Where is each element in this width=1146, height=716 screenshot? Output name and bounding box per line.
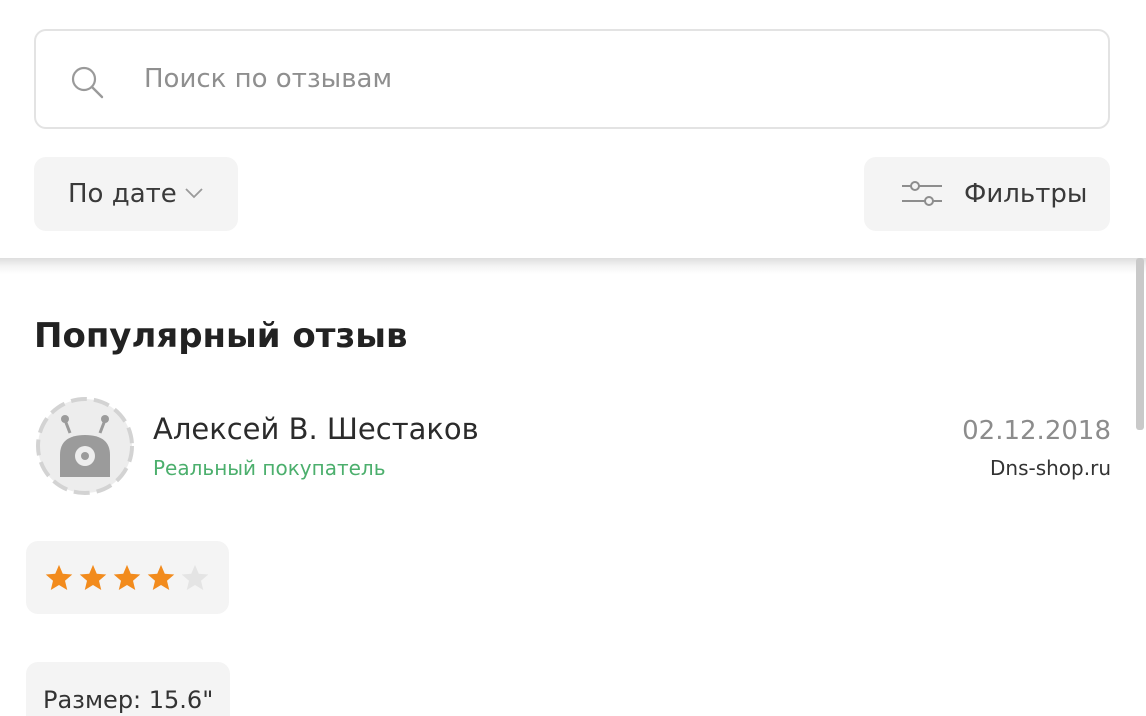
review-source: Dns-shop.ru (990, 456, 1111, 480)
verified-buyer-badge: Реальный покупатель (153, 456, 386, 480)
reviews-page: По дате Фильтры Популярный отзыв (0, 0, 1146, 716)
review-author-name[interactable]: Алексей В. Шестаков (153, 412, 479, 446)
rating-box (26, 541, 229, 614)
star-empty-icon (181, 564, 209, 590)
filters-button[interactable]: Фильтры (864, 157, 1110, 231)
search-icon (71, 66, 104, 99)
sliders-icon (902, 181, 942, 206)
avatar[interactable] (34, 395, 136, 497)
search-box[interactable] (34, 29, 1110, 129)
chevron-down-icon (185, 188, 203, 199)
review-date: 02.12.2018 (962, 416, 1111, 446)
section-title: Популярный отзыв (34, 316, 408, 356)
sort-by-date-button[interactable]: По дате (34, 157, 238, 231)
star-filled-icon (113, 564, 141, 590)
filters-label: Фильтры (964, 179, 1088, 209)
star-filled-icon (79, 564, 107, 590)
search-input[interactable] (144, 55, 1044, 103)
parameter-chip: Размер: 15.6" (26, 662, 230, 716)
star-filled-icon (45, 564, 73, 590)
parameter-size-text: Размер: 15.6" (43, 686, 214, 714)
star-filled-icon (147, 564, 175, 590)
reviews-controls-panel: По дате Фильтры (0, 0, 1146, 258)
star-rating (44, 563, 210, 593)
sort-label: По дате (68, 179, 177, 209)
panel-shadow-divider (0, 258, 1146, 274)
scrollbar-thumb[interactable] (1136, 258, 1144, 430)
